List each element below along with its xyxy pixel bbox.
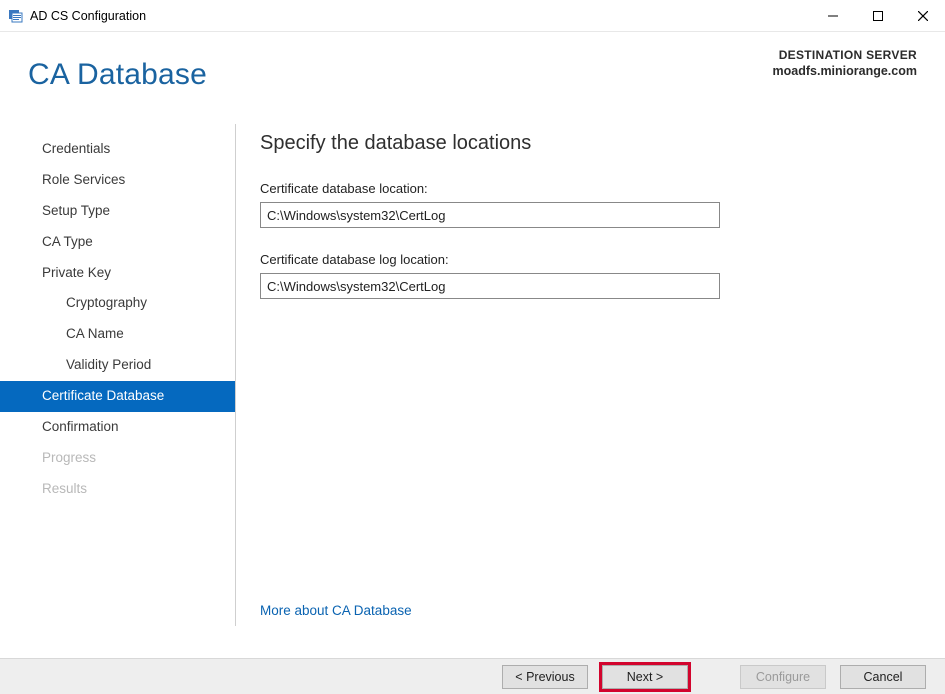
content-panel: Specify the database locations Certifica… [236,124,945,626]
sidebar-item-confirmation[interactable]: Confirmation [0,412,235,443]
next-button[interactable]: Next > [602,665,688,689]
previous-wrap: < Previous [499,662,591,692]
destination-server: moadfs.miniorange.com [773,64,917,78]
sidebar-item-certificate-database[interactable]: Certificate Database [0,381,235,412]
wizard-steps-sidebar: CredentialsRole ServicesSetup TypeCA Typ… [0,124,236,626]
cancel-button[interactable]: Cancel [840,665,926,689]
destination-block: DESTINATION SERVER moadfs.miniorange.com [773,48,917,78]
sidebar-item-credentials[interactable]: Credentials [0,134,235,165]
sidebar-item-private-key[interactable]: Private Key [0,258,235,289]
destination-label: DESTINATION SERVER [773,48,917,62]
minimize-button[interactable] [810,0,855,32]
content-heading: Specify the database locations [260,132,915,155]
log-location-label: Certificate database log location: [260,252,915,267]
sidebar-item-validity-period[interactable]: Validity Period [0,350,235,381]
window-controls [810,0,945,32]
maximize-button[interactable] [855,0,900,32]
next-wrap: Next > [599,662,691,692]
titlebar: AD CS Configuration [0,0,945,32]
previous-button[interactable]: < Previous [502,665,588,689]
cancel-wrap: Cancel [837,662,929,692]
log-location-input[interactable] [260,273,720,299]
sidebar-item-role-services[interactable]: Role Services [0,165,235,196]
configure-button: Configure [740,665,826,689]
sidebar-item-progress: Progress [0,443,235,474]
sidebar-item-cryptography[interactable]: Cryptography [0,288,235,319]
db-location-group: Certificate database location: [260,181,915,228]
window-title: AD CS Configuration [30,9,146,23]
close-button[interactable] [900,0,945,32]
app-icon [8,8,24,24]
sidebar-item-ca-name[interactable]: CA Name [0,319,235,350]
more-about-link[interactable]: More about CA Database [260,603,412,618]
sidebar-item-setup-type[interactable]: Setup Type [0,196,235,227]
footer-bar: < Previous Next > Configure Cancel [0,658,945,694]
sidebar-item-results: Results [0,474,235,505]
main-area: CredentialsRole ServicesSetup TypeCA Typ… [0,124,945,626]
db-location-label: Certificate database location: [260,181,915,196]
configure-wrap: Configure [737,662,829,692]
log-location-group: Certificate database log location: [260,252,915,299]
db-location-input[interactable] [260,202,720,228]
header-area: CA Database DESTINATION SERVER moadfs.mi… [0,32,945,124]
sidebar-item-ca-type[interactable]: CA Type [0,227,235,258]
